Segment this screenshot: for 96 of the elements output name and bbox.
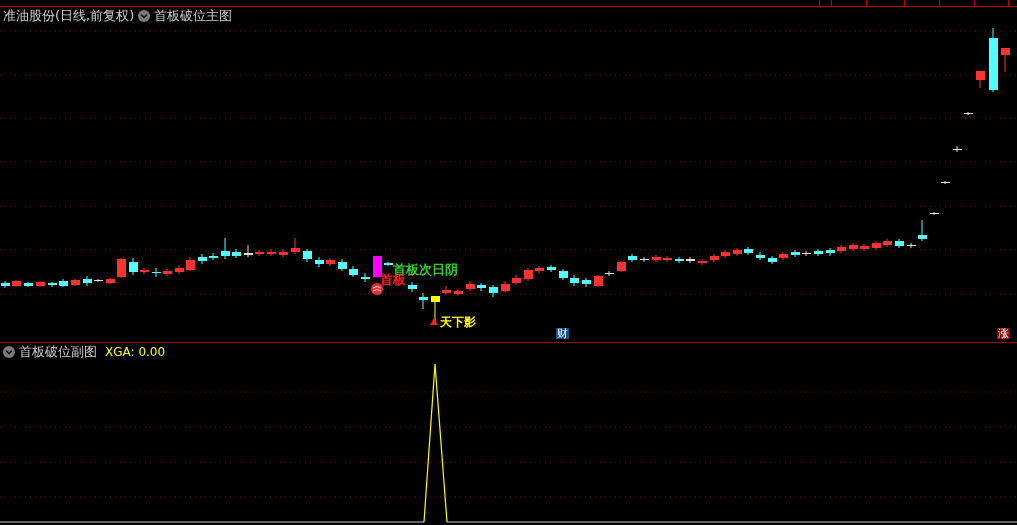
candle	[291, 237, 300, 255]
candle	[209, 252, 218, 261]
candle	[315, 256, 324, 268]
candle	[408, 281, 417, 293]
candle	[698, 258, 707, 266]
candle	[872, 240, 881, 251]
candle	[255, 249, 264, 257]
candle	[941, 180, 950, 185]
candle	[582, 277, 591, 288]
candle	[733, 247, 742, 257]
candle	[419, 292, 428, 310]
candle	[232, 248, 241, 259]
indicator-reading: XGA: 0.00	[105, 345, 166, 358]
candle	[744, 246, 753, 256]
candle	[477, 282, 486, 292]
candle	[710, 253, 719, 263]
candle	[384, 261, 393, 267]
candle	[814, 248, 823, 257]
candle	[640, 256, 649, 263]
candle	[594, 274, 603, 288]
candle	[94, 278, 103, 283]
candle	[83, 275, 92, 287]
candle	[361, 272, 370, 283]
candle	[12, 279, 21, 288]
candle	[512, 274, 521, 286]
indicator-name: 首板破位副图	[19, 345, 97, 358]
candle	[802, 250, 811, 257]
candle	[617, 260, 626, 273]
candle	[466, 280, 475, 292]
candle	[431, 295, 440, 323]
candle	[221, 237, 230, 260]
event-marker[interactable]: 财	[556, 328, 569, 339]
candle	[489, 284, 498, 298]
candle	[976, 70, 985, 89]
candle	[1, 280, 10, 289]
candle	[59, 278, 68, 288]
candle	[768, 255, 777, 265]
candle	[140, 267, 149, 275]
candle	[570, 274, 579, 287]
candle	[535, 265, 544, 274]
candle	[860, 243, 869, 252]
candle	[756, 251, 765, 261]
candle	[186, 256, 195, 272]
candle	[36, 280, 45, 288]
candle	[1001, 47, 1010, 73]
candle	[675, 256, 684, 264]
candle	[826, 247, 835, 257]
candle	[326, 257, 335, 267]
candle	[175, 264, 184, 275]
candle	[605, 270, 614, 277]
candle	[652, 254, 661, 263]
candle	[559, 268, 568, 281]
candle	[989, 27, 998, 93]
candle	[721, 249, 730, 259]
candle	[117, 257, 126, 279]
candle	[338, 258, 347, 272]
candle	[349, 265, 358, 278]
candle	[883, 238, 892, 248]
candle	[907, 242, 916, 249]
collapse-icon[interactable]	[3, 345, 15, 358]
candle	[837, 244, 846, 254]
candle	[442, 285, 451, 296]
candle	[129, 257, 138, 276]
stock-title: 准油股份(日线,前复权)	[3, 9, 135, 22]
candle	[267, 248, 276, 257]
candle	[198, 253, 207, 265]
candle	[964, 111, 973, 116]
candle	[454, 288, 463, 297]
candle	[791, 249, 800, 258]
candle	[24, 281, 33, 288]
candle	[628, 253, 637, 263]
candle	[244, 244, 253, 258]
candle	[48, 281, 57, 288]
candle	[279, 248, 288, 258]
candle	[547, 264, 556, 273]
candle	[71, 278, 80, 287]
candle	[849, 242, 858, 252]
candle	[106, 277, 115, 285]
candle	[152, 267, 161, 278]
candle	[663, 255, 672, 263]
candle	[779, 251, 788, 261]
collapse-icon[interactable]	[138, 9, 151, 22]
arrow-icon	[430, 318, 438, 325]
candle	[953, 145, 962, 153]
chart-annotation: 天下影	[440, 316, 476, 328]
candle	[524, 267, 533, 282]
candle	[918, 219, 927, 242]
candle	[501, 280, 510, 293]
event-marker[interactable]: 涨	[997, 328, 1010, 339]
indicator-name: 首板破位主图	[154, 9, 233, 22]
candle	[373, 255, 382, 279]
candle	[686, 256, 695, 264]
candle	[303, 248, 312, 263]
candle	[930, 211, 939, 216]
candle	[163, 268, 172, 277]
candle	[895, 238, 904, 249]
